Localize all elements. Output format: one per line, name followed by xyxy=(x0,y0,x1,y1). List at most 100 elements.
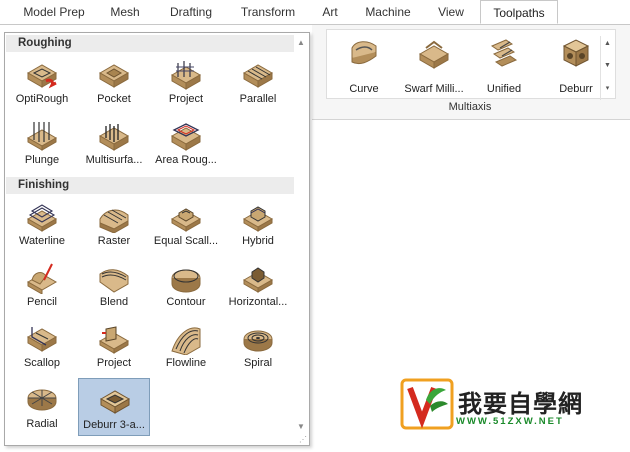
gallery-item-label: Pencil xyxy=(27,296,57,308)
radial-icon xyxy=(27,389,57,411)
curve-button-label: Curve xyxy=(349,83,379,95)
gallery-item-label: Project xyxy=(168,93,204,105)
gallery-item-pencil[interactable]: Pencil xyxy=(6,256,78,314)
optirough-icon xyxy=(26,64,58,89)
gallery-item-label: Equal Scall... xyxy=(153,235,219,247)
gallery-item-area-roughing[interactable]: Area Roug... xyxy=(150,114,222,172)
plunge-icon xyxy=(26,122,58,151)
parallel-icon xyxy=(242,64,274,88)
swarf-milling-icon xyxy=(418,40,450,69)
swarf-milling-button-label: Swarf Milli... xyxy=(404,83,464,95)
scroll-down-icon[interactable]: ▼ xyxy=(297,422,305,431)
hybrid-icon xyxy=(242,206,274,232)
gallery-scrollbar[interactable]: ▲ ▼ xyxy=(294,34,308,431)
area-roughing-icon xyxy=(170,123,202,151)
section-roughing-header: Roughing xyxy=(6,35,294,52)
curve-button[interactable]: Curve xyxy=(331,36,397,96)
chevron-down-icon[interactable]: ▼ xyxy=(603,62,612,69)
blend-icon xyxy=(99,269,129,293)
ribbon-gallery-scroller[interactable]: ▲ ▼ ▾ xyxy=(600,36,613,100)
tab-transform[interactable]: Transform xyxy=(232,0,304,24)
gallery-item-label: Parallel xyxy=(239,93,277,105)
toolpaths-gallery-dropdown: Roughing OptiRough Pocket Project Parall… xyxy=(4,32,310,446)
resize-grip-icon[interactable]: ⋰ xyxy=(299,435,307,444)
watermark-url: WWW.51ZXW.NET xyxy=(456,416,564,427)
gallery-item-radial[interactable]: Radial xyxy=(6,378,78,436)
equal-scallop-icon xyxy=(170,208,202,232)
watermark-logo: 我要自學網 WWW.51ZXW.NET xyxy=(400,378,600,430)
gallery-item-contour[interactable]: Contour xyxy=(150,256,222,314)
deburr-3-axis-icon xyxy=(99,390,131,414)
gallery-item-label: Area Roug... xyxy=(155,154,217,166)
raster-icon xyxy=(99,209,129,233)
gallery-item-label: Plunge xyxy=(24,154,60,166)
gallery-item-label: Flowline xyxy=(165,357,207,369)
gallery-item-scallop[interactable]: Scallop xyxy=(6,317,78,375)
tab-drafting[interactable]: Drafting xyxy=(158,0,224,24)
gallery-item-label: Waterline xyxy=(18,235,66,247)
gallery-item-multisurface[interactable]: Multisurfa... xyxy=(78,114,150,172)
gallery-item-label: Hybrid xyxy=(242,235,274,247)
watermark-badge-icon xyxy=(400,378,454,430)
deburr-icon xyxy=(562,39,590,67)
gallery-item-spiral[interactable]: Spiral xyxy=(222,317,294,375)
multisurface-icon xyxy=(98,124,130,151)
gallery-item-equal-scallop[interactable]: Equal Scall... xyxy=(150,195,222,253)
unified-icon xyxy=(490,39,518,67)
gallery-item-label: Pocket xyxy=(97,93,131,105)
multiaxis-group: Curve Swarf Milli... Unified Deburr ▲ ▼ … xyxy=(326,29,616,100)
ribbon-panel: Curve Swarf Milli... Unified Deburr ▲ ▼ … xyxy=(312,25,630,120)
watermark-title: 我要自學網 xyxy=(458,391,583,418)
horizontal-icon xyxy=(242,267,274,293)
unified-button-label: Unified xyxy=(486,83,522,95)
gallery-item-label: Raster xyxy=(97,235,131,247)
multiaxis-curve-icon xyxy=(351,41,377,65)
multiaxis-group-label: Multiaxis xyxy=(448,101,492,113)
gallery-item-hybrid[interactable]: Hybrid xyxy=(222,195,294,253)
gallery-item-project-finishing[interactable]: Project xyxy=(78,317,150,375)
project-icon xyxy=(170,61,202,90)
section-finishing-header: Finishing xyxy=(6,177,294,194)
gallery-item-flowline[interactable]: Flowline xyxy=(150,317,222,375)
gallery-item-label: Deburr 3-a... xyxy=(83,419,145,431)
scroll-up-icon[interactable]: ▲ xyxy=(297,38,305,47)
gallery-item-label: OptiRough xyxy=(15,93,69,105)
chevron-up-icon[interactable]: ▲ xyxy=(603,40,612,47)
project-finish-icon xyxy=(98,326,130,354)
gallery-item-deburr-3-axis[interactable]: Deburr 3-a... xyxy=(78,378,150,436)
gallery-item-raster[interactable]: Raster xyxy=(78,195,150,253)
gallery-item-blend[interactable]: Blend xyxy=(78,256,150,314)
pocket-icon xyxy=(98,64,130,88)
gallery-item-optirough[interactable]: OptiRough xyxy=(6,53,78,111)
gallery-item-label: Scallop xyxy=(23,357,61,369)
tab-mesh[interactable]: Mesh xyxy=(100,0,150,24)
gallery-item-label: Horizontal... xyxy=(228,296,288,308)
tab-machine[interactable]: Machine xyxy=(356,0,420,24)
pencil-icon xyxy=(26,263,58,294)
tab-toolpaths[interactable]: Toolpaths xyxy=(480,0,558,24)
gallery-item-parallel[interactable]: Parallel xyxy=(222,53,294,111)
gallery-item-label: Multisurfa... xyxy=(85,154,143,166)
scallop-icon xyxy=(26,327,58,352)
gallery-item-label: Spiral xyxy=(243,357,273,369)
gallery-item-label: Contour xyxy=(166,296,206,308)
unified-button[interactable]: Unified xyxy=(471,36,537,96)
gallery-item-project[interactable]: Project xyxy=(150,53,222,111)
gallery-item-label: Project xyxy=(96,357,132,369)
contour-icon xyxy=(171,269,201,293)
tab-model-prep[interactable]: Model Prep xyxy=(14,0,94,24)
gallery-item-plunge[interactable]: Plunge xyxy=(6,114,78,172)
gallery-item-horizontal[interactable]: Horizontal... xyxy=(222,256,294,314)
gallery-item-waterline[interactable]: Waterline xyxy=(6,195,78,253)
flowline-icon xyxy=(171,327,201,355)
gallery-item-pocket[interactable]: Pocket xyxy=(78,53,150,111)
gallery-item-label: Blend xyxy=(99,296,129,308)
swarf-milling-button[interactable]: Swarf Milli... xyxy=(401,36,467,96)
expand-gallery-icon[interactable]: ▾ xyxy=(603,84,612,92)
tab-view[interactable]: View xyxy=(428,0,474,24)
ribbon-tab-bar: Model Prep Mesh Drafting Transform Art M… xyxy=(0,0,630,25)
gallery-item-label: Radial xyxy=(26,418,58,430)
waterline-icon xyxy=(26,204,58,232)
spiral-icon xyxy=(243,330,273,352)
tab-art[interactable]: Art xyxy=(312,0,348,24)
